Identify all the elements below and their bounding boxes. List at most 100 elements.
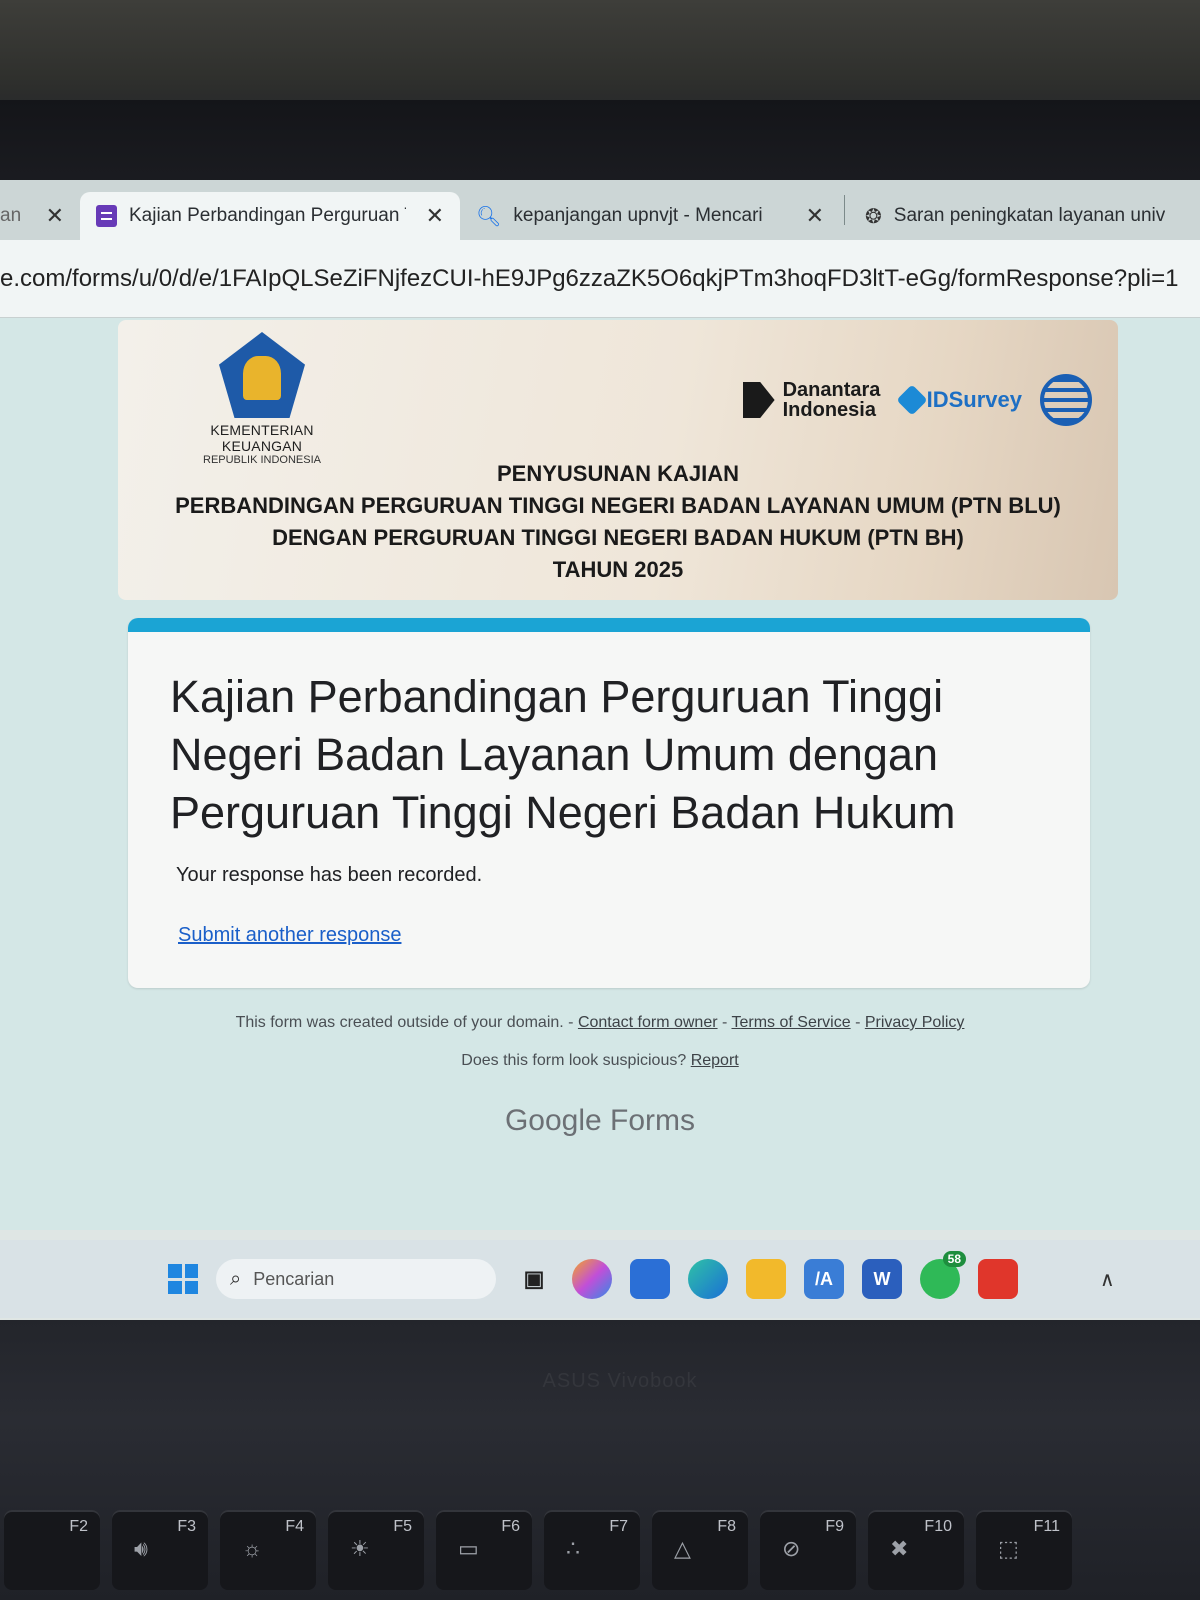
key-label: F5 bbox=[393, 1518, 412, 1535]
tab-label: kepanjangan upnvjt - Mencari bbox=[513, 205, 763, 226]
key-label: F11 bbox=[1033, 1518, 1060, 1535]
idsurvey-mark-icon bbox=[896, 384, 928, 416]
windows-start-icon[interactable] bbox=[168, 1264, 198, 1294]
key-label: F10 bbox=[924, 1518, 952, 1535]
submit-another-response-link[interactable]: Submit another response bbox=[178, 924, 401, 947]
form-page: KEMENTERIAN KEUANGAN REPUBLIK INDONESIA … bbox=[0, 318, 1200, 1230]
footer-disclaimer: This form was created outside of your do… bbox=[0, 1014, 1200, 1032]
idsurvey-name: IDSurvey bbox=[926, 387, 1022, 412]
idsurvey-logo: IDSurvey bbox=[896, 384, 1022, 416]
volume-icon: 🔊︎ bbox=[134, 1536, 148, 1561]
copilot-icon[interactable] bbox=[572, 1259, 612, 1299]
app-icon[interactable]: /A bbox=[804, 1259, 844, 1299]
microsoft-store-icon[interactable] bbox=[630, 1259, 670, 1299]
tab-chatgpt[interactable]: ❂ Saran peningkatan layanan univ bbox=[849, 192, 1199, 240]
f10-key[interactable]: ✖︎ F10 bbox=[868, 1510, 964, 1590]
banner-title: PENYUSUNAN KAJIAN PERBANDINGAN PERGURUAN… bbox=[118, 458, 1118, 586]
terms-of-service-link[interactable]: Terms of Service bbox=[731, 1014, 850, 1031]
key-label: F9 bbox=[825, 1518, 844, 1535]
f5-key[interactable]: ☀︎ F5 bbox=[328, 1510, 424, 1590]
search-icon: ⌕ bbox=[230, 1267, 242, 1290]
tab-previous[interactable]: an T ✕ bbox=[0, 192, 80, 240]
globe-logo-icon bbox=[1040, 374, 1092, 426]
contact-form-owner-link[interactable]: Contact form owner bbox=[578, 1014, 718, 1031]
windows-taskbar: ⌕ Pencarian ▣ /A W 58 ∧ bbox=[0, 1240, 1200, 1318]
brightness-down-icon: ☼ bbox=[242, 1536, 263, 1561]
word-icon[interactable]: W bbox=[862, 1259, 902, 1299]
close-icon[interactable]: ✕ bbox=[46, 203, 64, 229]
key-label: F2 bbox=[69, 1518, 88, 1535]
danantara-logo: Danantara Indonesia bbox=[742, 379, 883, 421]
address-bar[interactable]: e.com/forms/u/0/d/e/1FAIpQLSeZiFNjfezCUI… bbox=[0, 240, 1200, 318]
tab-separator bbox=[844, 195, 845, 225]
tab-search[interactable]: 🔍︎ kepanjangan upnvjt - Mencari ✕ bbox=[460, 192, 840, 240]
search-icon: 🔍︎ bbox=[476, 205, 502, 228]
notification-badge: 58 bbox=[942, 1251, 966, 1267]
f3-key[interactable]: 🔊︎ F3 bbox=[112, 1510, 208, 1590]
f7-key[interactable]: ∴ F7 bbox=[544, 1510, 640, 1590]
google-forms-icon bbox=[96, 205, 117, 227]
danantara-mark-icon bbox=[742, 382, 775, 418]
f4-key[interactable]: ☼ F4 bbox=[220, 1510, 316, 1590]
key-label: F6 bbox=[501, 1518, 520, 1535]
report-link[interactable]: Report bbox=[691, 1052, 739, 1069]
laptop-screen: an T ✕ Kajian Perbandingan Perguruan T ✕… bbox=[0, 180, 1200, 1330]
danantara-name: Danantara Indonesia bbox=[782, 379, 881, 421]
f6-key[interactable]: ▭ F6 bbox=[436, 1510, 532, 1590]
form-header-banner: KEMENTERIAN KEUANGAN REPUBLIK INDONESIA … bbox=[118, 320, 1118, 600]
footer-dash: - bbox=[850, 1014, 865, 1031]
key-label: F7 bbox=[609, 1518, 628, 1535]
tab-label: Saran peningkatan layanan univ bbox=[893, 205, 1166, 226]
edge-browser-icon[interactable] bbox=[688, 1259, 728, 1299]
projector-icon: △ bbox=[674, 1536, 691, 1561]
mic-mute-icon: ⊘ bbox=[782, 1536, 801, 1561]
screenshot-icon: ⬚ bbox=[998, 1536, 1019, 1561]
browser-tab-bar: an T ✕ Kajian Perbandingan Perguruan T ✕… bbox=[0, 180, 1200, 240]
response-card: Kajian Perbandingan Perguruan Tinggi Neg… bbox=[128, 618, 1090, 988]
footer-dash: - bbox=[717, 1014, 732, 1031]
task-view-icon[interactable]: ▣ bbox=[514, 1259, 554, 1299]
card-accent-bar bbox=[128, 618, 1090, 632]
f9-key[interactable]: ⊘ F9 bbox=[760, 1510, 856, 1590]
tab-label: Kajian Perbandingan Perguruan T bbox=[128, 205, 406, 226]
close-icon[interactable]: ✕ bbox=[426, 203, 444, 229]
tab-kajian-form[interactable]: Kajian Perbandingan Perguruan T ✕ bbox=[80, 192, 460, 240]
form-title: Kajian Perbandingan Perguruan Tinggi Neg… bbox=[170, 671, 956, 838]
chatgpt-icon: ❂ bbox=[865, 205, 882, 228]
key-label: F4 bbox=[285, 1518, 304, 1535]
privacy-policy-link[interactable]: Privacy Policy bbox=[865, 1014, 965, 1031]
f11-key[interactable]: ⬚ F11 bbox=[976, 1510, 1072, 1590]
file-explorer-icon[interactable] bbox=[746, 1259, 786, 1299]
partner-logos: Danantara Indonesia IDSurvey bbox=[742, 374, 1092, 426]
suspicious-text: Does this form look suspicious? bbox=[461, 1052, 691, 1069]
whatsapp-icon[interactable]: 58 bbox=[920, 1251, 966, 1299]
f2-key[interactable]: F2 bbox=[4, 1510, 100, 1590]
function-key-row: F2 🔊︎ F3 ☼ F4 ☀︎ F5 ▭ F6 ∴ F7 △ F8 ⊘ F9 ✖︎ F10 ⬚… bbox=[0, 1510, 1200, 1600]
brightness-up-icon: ☀︎ bbox=[350, 1536, 370, 1561]
kemenkeu-emblem-icon bbox=[219, 332, 305, 418]
banner-title-line: PERBANDINGAN PERGURUAN TINGGI NEGERI BAD… bbox=[175, 493, 1061, 518]
f8-key[interactable]: △ F8 bbox=[652, 1510, 748, 1590]
taskbar-search[interactable]: ⌕ Pencarian bbox=[216, 1259, 496, 1299]
url-text[interactable]: e.com/forms/u/0/d/e/1FAIpQLSeZiFNjfezCUI… bbox=[0, 265, 1179, 293]
ministry-name: KEMENTERIAN KEUANGAN bbox=[210, 422, 314, 454]
keyboard-light-icon: ∴ bbox=[566, 1536, 580, 1561]
banner-title-line: DENGAN PERGURUAN TINGGI NEGERI BADAN HUK… bbox=[272, 525, 964, 550]
camera-off-icon: ✖︎ bbox=[890, 1536, 909, 1561]
key-label: F8 bbox=[717, 1518, 736, 1535]
kemenkeu-logo: KEMENTERIAN KEUANGAN REPUBLIK INDONESIA bbox=[172, 332, 352, 466]
confirmation-message: Your response has been recorded. bbox=[176, 864, 483, 886]
banner-title-line: PENYUSUNAN KAJIAN bbox=[496, 461, 740, 486]
footer-suspicious: Does this form look suspicious? Report bbox=[0, 1052, 1200, 1070]
banner-title-line: TAHUN 2025 bbox=[552, 557, 684, 582]
close-icon[interactable]: ✕ bbox=[806, 203, 824, 229]
footer-prefix: This form was created outside of your do… bbox=[235, 1014, 578, 1031]
tab-label: an T bbox=[0, 205, 26, 226]
search-placeholder: Pencarian bbox=[253, 1268, 335, 1289]
key-label: F3 bbox=[177, 1518, 196, 1535]
acrobat-icon[interactable] bbox=[978, 1259, 1018, 1299]
display-icon: ▭ bbox=[458, 1536, 479, 1561]
google-forms-logo[interactable]: Google Forms bbox=[0, 1104, 1200, 1138]
laptop-brand: ASUS Vivobook bbox=[542, 1370, 698, 1392]
chevron-up-icon[interactable]: ∧ bbox=[1100, 1267, 1115, 1292]
